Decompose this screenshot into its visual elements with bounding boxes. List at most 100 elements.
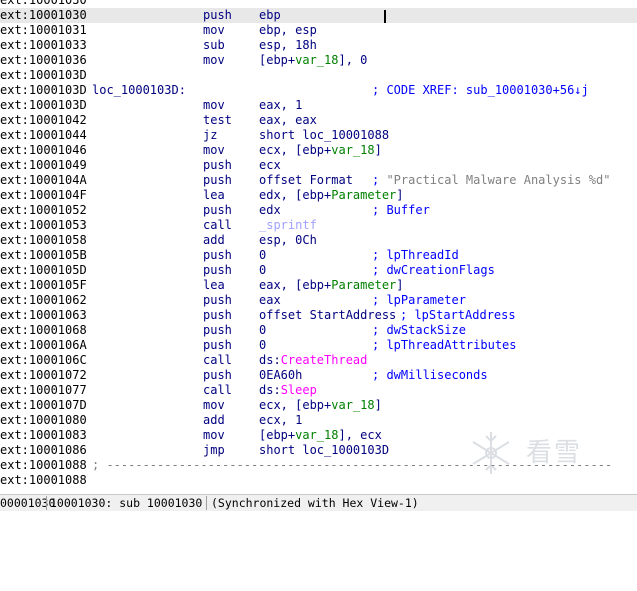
stack-variable[interactable]: var_18: [331, 398, 374, 412]
instruction-mnemonic[interactable]: push: [203, 293, 232, 308]
listing-line[interactable]: ext:10001053 call _sprintf: [0, 218, 637, 233]
code-label[interactable]: loc_1000103D:: [92, 83, 186, 98]
instruction-operands[interactable]: 0EA60h: [259, 368, 302, 383]
address[interactable]: ext:10001030: [0, 0, 87, 8]
instruction-operands[interactable]: esp, 18h: [259, 38, 317, 53]
instruction-operands[interactable]: edx: [259, 203, 281, 218]
instruction-operands[interactable]: 0: [259, 248, 266, 263]
listing-line[interactable]: ext:10001030: [0, 0, 637, 8]
instruction-mnemonic[interactable]: mov: [203, 398, 225, 413]
imported-function[interactable]: CreateThread: [281, 353, 368, 367]
stack-variable[interactable]: Parameter: [331, 278, 396, 292]
instruction-mnemonic[interactable]: push: [203, 248, 232, 263]
address[interactable]: ext:10001088: [0, 473, 87, 488]
address[interactable]: ext:1000106C: [0, 353, 87, 368]
instruction-operands[interactable]: [ebp+var_18], 0: [259, 53, 367, 68]
address[interactable]: ext:10001077: [0, 383, 87, 398]
listing-line[interactable]: ext:10001077 call ds:Sleep: [0, 383, 637, 398]
address[interactable]: ext:1000105B: [0, 248, 87, 263]
listing-line[interactable]: ext:1000105F lea eax, [ebp+Parameter]: [0, 278, 637, 293]
instruction-operands[interactable]: 0: [259, 263, 266, 278]
instruction-mnemonic[interactable]: test: [203, 113, 232, 128]
instruction-mnemonic[interactable]: mov: [203, 143, 225, 158]
address[interactable]: ext:10001036: [0, 53, 87, 68]
address[interactable]: ext:10001030: [0, 8, 87, 23]
listing-line[interactable]: ext:10001046 mov ecx, [ebp+var_18]: [0, 143, 637, 158]
instruction-operands[interactable]: ecx, 1: [259, 413, 302, 428]
disassembly-listing[interactable]: ext:10001030 ext:10001030 push ebp ext:10001…: [0, 0, 637, 488]
instruction-mnemonic[interactable]: lea: [203, 278, 225, 293]
stack-variable[interactable]: Parameter: [331, 188, 396, 202]
listing-line[interactable]: ext:10001058 add esp, 0Ch: [0, 233, 637, 248]
listing-line[interactable]: ext:10001042 test eax, eax: [0, 113, 637, 128]
address[interactable]: ext:1000105F: [0, 278, 87, 293]
instruction-operands[interactable]: eax: [259, 293, 281, 308]
instruction-operands[interactable]: eax, 1: [259, 98, 302, 113]
instruction-operands[interactable]: ds:CreateThread: [259, 353, 367, 368]
instruction-operands[interactable]: ecx, [ebp+var_18]: [259, 143, 382, 158]
address[interactable]: ext:1000107D: [0, 398, 87, 413]
instruction-operands[interactable]: ebp, esp: [259, 23, 317, 38]
address[interactable]: ext:10001053: [0, 218, 87, 233]
instruction-operands[interactable]: offset Format: [259, 173, 353, 188]
address[interactable]: ext:1000103D: [0, 98, 87, 113]
address[interactable]: ext:10001062: [0, 293, 87, 308]
instruction-mnemonic[interactable]: push: [203, 173, 232, 188]
instruction-mnemonic[interactable]: add: [203, 233, 225, 248]
called-function[interactable]: _sprintf: [259, 218, 317, 232]
instruction-mnemonic[interactable]: mov: [203, 53, 225, 68]
listing-line[interactable]: ext:1000104A push offset Format; "Practica…: [0, 173, 637, 188]
instruction-mnemonic[interactable]: add: [203, 413, 225, 428]
listing-line[interactable]: ext:10001068 push 0 ; dwStackSize: [0, 323, 637, 338]
address[interactable]: ext:10001031: [0, 23, 87, 38]
address[interactable]: ext:1000103D: [0, 68, 87, 83]
address[interactable]: ext:1000106A: [0, 338, 87, 353]
instruction-operands[interactable]: short loc_10001088: [259, 128, 389, 143]
instruction-operands[interactable]: ecx, [ebp+var_18]: [259, 398, 382, 413]
stack-variable[interactable]: var_18: [295, 428, 338, 442]
instruction-mnemonic[interactable]: push: [203, 158, 232, 173]
listing-line[interactable]: ext:10001030 push ebp: [0, 8, 637, 23]
listing-line[interactable]: ext:10001031 mov ebp, esp: [0, 23, 637, 38]
listing-line[interactable]: ext:1000106C call ds:CreateThread: [0, 353, 637, 368]
instruction-mnemonic[interactable]: push: [203, 323, 232, 338]
instruction-mnemonic[interactable]: push: [203, 8, 232, 23]
address[interactable]: ext:10001052: [0, 203, 87, 218]
address[interactable]: ext:10001042: [0, 113, 87, 128]
instruction-operands[interactable]: ebp: [259, 8, 281, 23]
address[interactable]: ext:1000104A: [0, 173, 87, 188]
instruction-mnemonic[interactable]: push: [203, 263, 232, 278]
instruction-mnemonic[interactable]: call: [203, 383, 232, 398]
instruction-operands[interactable]: ecx: [259, 158, 281, 173]
instruction-mnemonic[interactable]: push: [203, 308, 232, 323]
address[interactable]: ext:10001083: [0, 428, 87, 443]
address[interactable]: ext:10001068: [0, 323, 87, 338]
listing-line[interactable]: ext:1000105D push 0 ; dwCreationFlags: [0, 263, 637, 278]
instruction-operands[interactable]: 0: [259, 338, 266, 353]
instruction-mnemonic[interactable]: mov: [203, 98, 225, 113]
address[interactable]: ext:10001080: [0, 413, 87, 428]
address[interactable]: ext:10001063: [0, 308, 87, 323]
instruction-operands[interactable]: [ebp+var_18], ecx: [259, 428, 382, 443]
instruction-operands[interactable]: offset StartAddress: [259, 308, 396, 323]
instruction-operands[interactable]: short loc_1000103D: [259, 443, 389, 458]
instruction-mnemonic[interactable]: mov: [203, 23, 225, 38]
address[interactable]: ext:10001072: [0, 368, 87, 383]
address[interactable]: ext:1000103D: [0, 83, 87, 98]
listing-line[interactable]: ext:10001036 mov [ebp+var_18], 0: [0, 53, 637, 68]
address[interactable]: ext:10001033: [0, 38, 87, 53]
address[interactable]: ext:10001058: [0, 233, 87, 248]
listing-line[interactable]: ext:10001062 push eax ; lpParameter: [0, 293, 637, 308]
instruction-mnemonic[interactable]: push: [203, 338, 232, 353]
instruction-operands[interactable]: esp, 0Ch: [259, 233, 317, 248]
address[interactable]: ext:10001044: [0, 128, 87, 143]
listing-line[interactable]: ext:10001052 push edx ; Buffer: [0, 203, 637, 218]
listing-line[interactable]: ext:10001063 push offset StartAddress; lpS…: [0, 308, 637, 323]
listing-line[interactable]: ext:10001033 sub esp, 18h: [0, 38, 637, 53]
instruction-mnemonic[interactable]: sub: [203, 38, 225, 53]
instruction-mnemonic[interactable]: call: [203, 353, 232, 368]
instruction-operands[interactable]: eax, [ebp+Parameter]: [259, 278, 404, 293]
listing-line[interactable]: ext:1000106A push 0 ; lpThreadAttributes: [0, 338, 637, 353]
imported-function[interactable]: Sleep: [281, 383, 317, 397]
listing-line[interactable]: ext:1000105B push 0 ; lpThreadId: [0, 248, 637, 263]
